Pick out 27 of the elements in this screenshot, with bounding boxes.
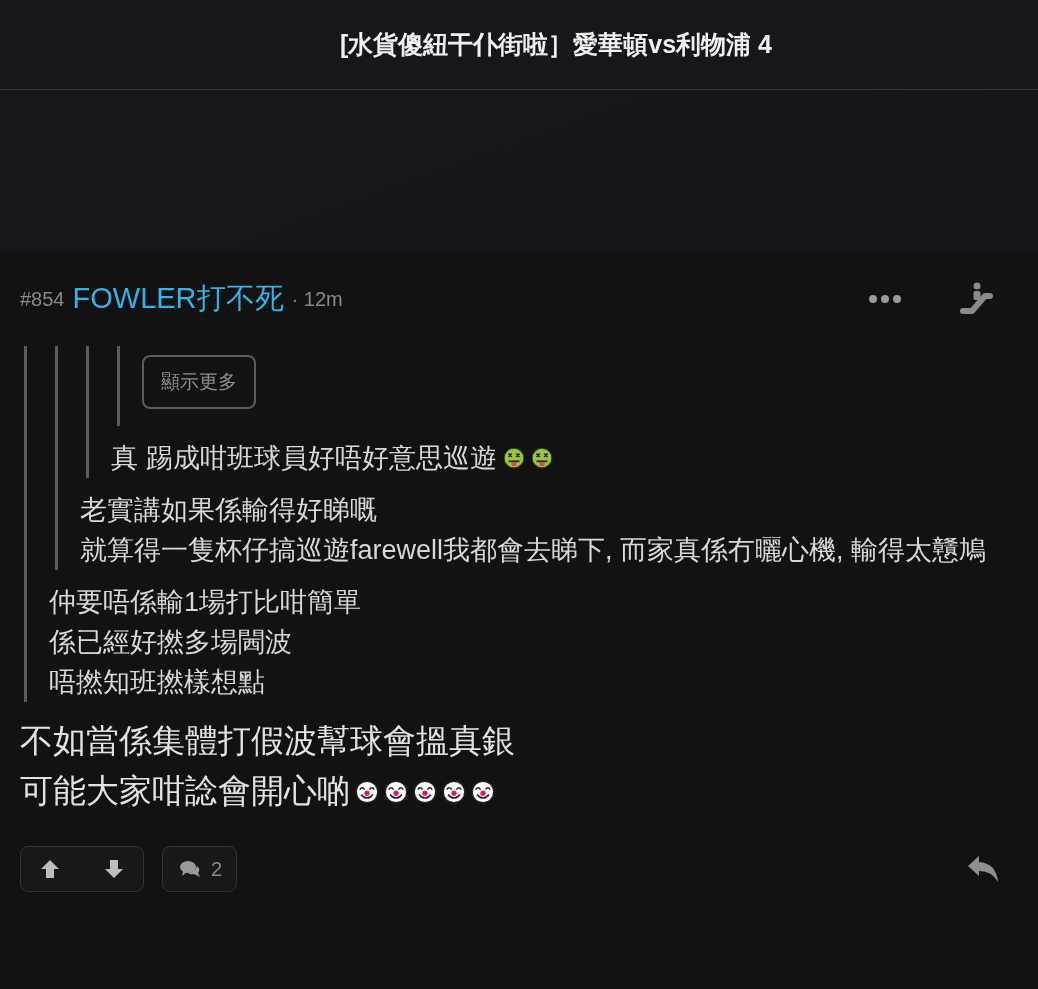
show-more-button[interactable]: 顯示更多 [142, 355, 256, 409]
quote-text: 係已經好撚多場閪波 [49, 626, 293, 659]
quote-text: 真 踢成咁班球員好唔好意思巡遊 [111, 438, 998, 478]
clown-face-icon [413, 780, 437, 804]
reply-icon[interactable] [966, 855, 1000, 883]
upvote-icon[interactable] [39, 858, 61, 880]
clown-face-icon [355, 780, 379, 804]
quote-text: 就算得一隻杯仔搞巡遊farewell我都會去睇下, 而家真係冇曬心機, 輸得太戇鳩 [80, 534, 988, 567]
comments-button[interactable]: 2 [162, 846, 238, 892]
quote-text: 仲要唔係輸1場打比咁簡單 [49, 586, 363, 619]
post-time: · 12m [291, 287, 343, 311]
author-name[interactable]: FOWLER打不死 [72, 279, 284, 319]
escalator-icon[interactable] [958, 282, 994, 316]
clown-face-icon [442, 780, 466, 804]
post-number: #854 [20, 287, 65, 311]
quote-text: 唔撚知班撚樣想點 [49, 666, 266, 699]
clown-face-icon [471, 780, 495, 804]
sick-face-icon [502, 447, 525, 469]
sick-face-icon [530, 447, 553, 469]
post-text: 不如當係集體打假波幫球會搵真銀 [20, 721, 516, 761]
clown-face-icon [384, 780, 408, 804]
downvote-icon[interactable] [103, 858, 125, 880]
thread-title: [水貨傻紐干仆街啦］愛華頓vs利物浦 4 [340, 29, 772, 60]
chat-bubbles-icon [179, 859, 201, 879]
more-options-icon[interactable] [868, 294, 902, 304]
post-text: 可能大家咁諗會開心啲 [20, 766, 998, 816]
quote-text: 老實講如果係輸得好睇嘅 [80, 494, 378, 527]
